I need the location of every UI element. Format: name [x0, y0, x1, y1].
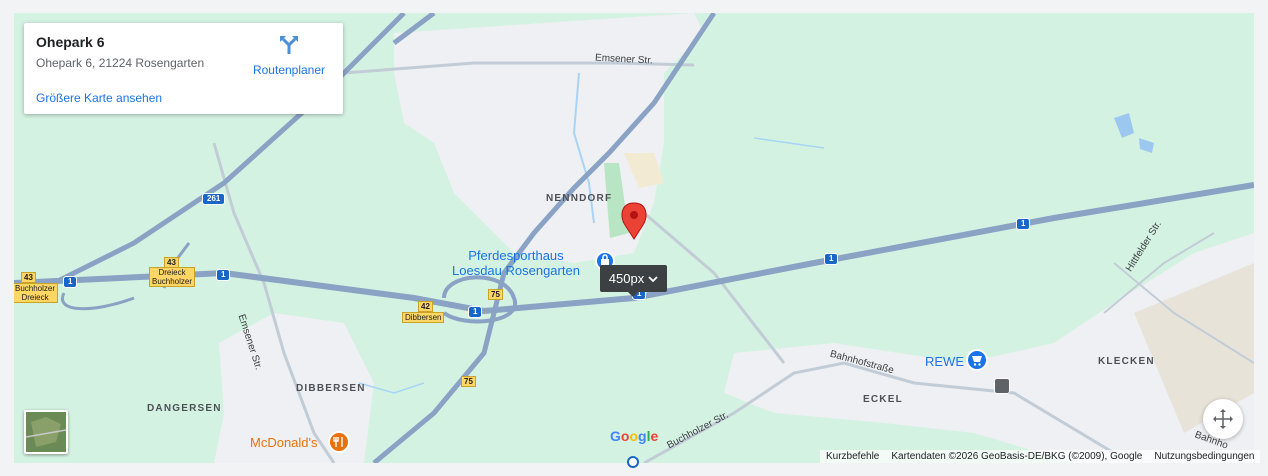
satellite-layer-toggle[interactable] — [24, 410, 68, 454]
dreieck-line2: Buchholzer — [152, 277, 193, 286]
label-buchholzer-dreieck: Buchholzer Dreieck — [14, 283, 59, 303]
shield-a1-west: 1 — [63, 276, 78, 288]
label-dreieck-buchholzer: Dreieck Buchholzer — [149, 267, 196, 287]
resize-handle[interactable] — [627, 456, 639, 468]
chevron-down-icon — [648, 275, 658, 282]
dreieck-line1: Dreieck — [158, 268, 186, 277]
shield-a1-far-east: 1 — [1016, 218, 1031, 230]
fullscreen-icon — [1213, 409, 1233, 429]
place-dangersen: DANGERSEN — [147, 403, 222, 414]
poi-rewe[interactable]: REWE — [925, 354, 964, 369]
bigger-map-link[interactable]: Größere Karte ansehen — [36, 91, 162, 105]
place-klecken: KLECKEN — [1098, 356, 1155, 367]
poi-pferdesporthaus-line1: Pferdesporthaus — [468, 248, 564, 263]
poi-mcdonalds[interactable]: McDonald's — [250, 435, 318, 450]
satellite-thumbnail-icon — [26, 412, 66, 452]
fullscreen-button[interactable] — [1203, 399, 1243, 439]
place-address: Ohepark 6, 21224 Rosengarten — [36, 56, 205, 70]
google-logo: Google — [610, 428, 659, 444]
map-attribution: Kartendaten ©2026 GeoBasis-DE/BKG (©2009… — [891, 451, 1143, 462]
label-dibbersen-exit: Dibbersen — [402, 312, 445, 323]
shield-a1-east: 1 — [824, 253, 839, 265]
poi-pferdesporthaus[interactable]: Pferdesporthaus Loesdau Rosengarten — [452, 248, 580, 278]
place-dibbersen: DIBBERSEN — [296, 383, 366, 394]
shield-b75-south: 75 — [461, 376, 476, 387]
directions-icon — [280, 36, 298, 54]
buchholzer-left-line1: Buchholzer — [15, 284, 56, 293]
place-nenndorf: NENNDORF — [546, 193, 613, 204]
shield-b75-north: 75 — [488, 289, 503, 300]
poi-pferdesporthaus-line2: Loesdau Rosengarten — [452, 263, 580, 278]
shield-exit42: 42 — [418, 301, 433, 312]
map-footer: Kurzbefehle Kartendaten ©2026 GeoBasis-D… — [820, 450, 1261, 463]
restaurant-icon[interactable] — [328, 431, 350, 453]
buchholzer-left-line2: Dreieck — [21, 293, 49, 302]
shield-exit43-left: 43 — [21, 272, 36, 283]
place-title: Ohepark 6 — [36, 34, 105, 50]
terms-link[interactable]: Nutzungsbedingungen — [1154, 450, 1254, 463]
route-planner-button[interactable]: Routenplaner — [252, 34, 326, 77]
shield-a1-mid: 1 — [216, 269, 231, 281]
size-dropdown-label: 450px — [608, 271, 645, 286]
route-planner-label: Routenplaner — [252, 63, 326, 77]
size-dropdown[interactable]: 450px — [600, 265, 667, 297]
train-station-icon[interactable] — [994, 378, 1010, 394]
shield-a1-dibbersen: 1 — [468, 306, 483, 318]
shield-a261: 261 — [202, 193, 226, 205]
keyboard-shortcuts-link[interactable]: Kurzbefehle — [826, 450, 879, 463]
place-info-card: Ohepark 6 Ohepark 6, 21224 Rosengarten G… — [24, 23, 343, 114]
place-eckel: ECKEL — [863, 394, 903, 405]
shopping-cart-icon[interactable] — [966, 349, 988, 371]
